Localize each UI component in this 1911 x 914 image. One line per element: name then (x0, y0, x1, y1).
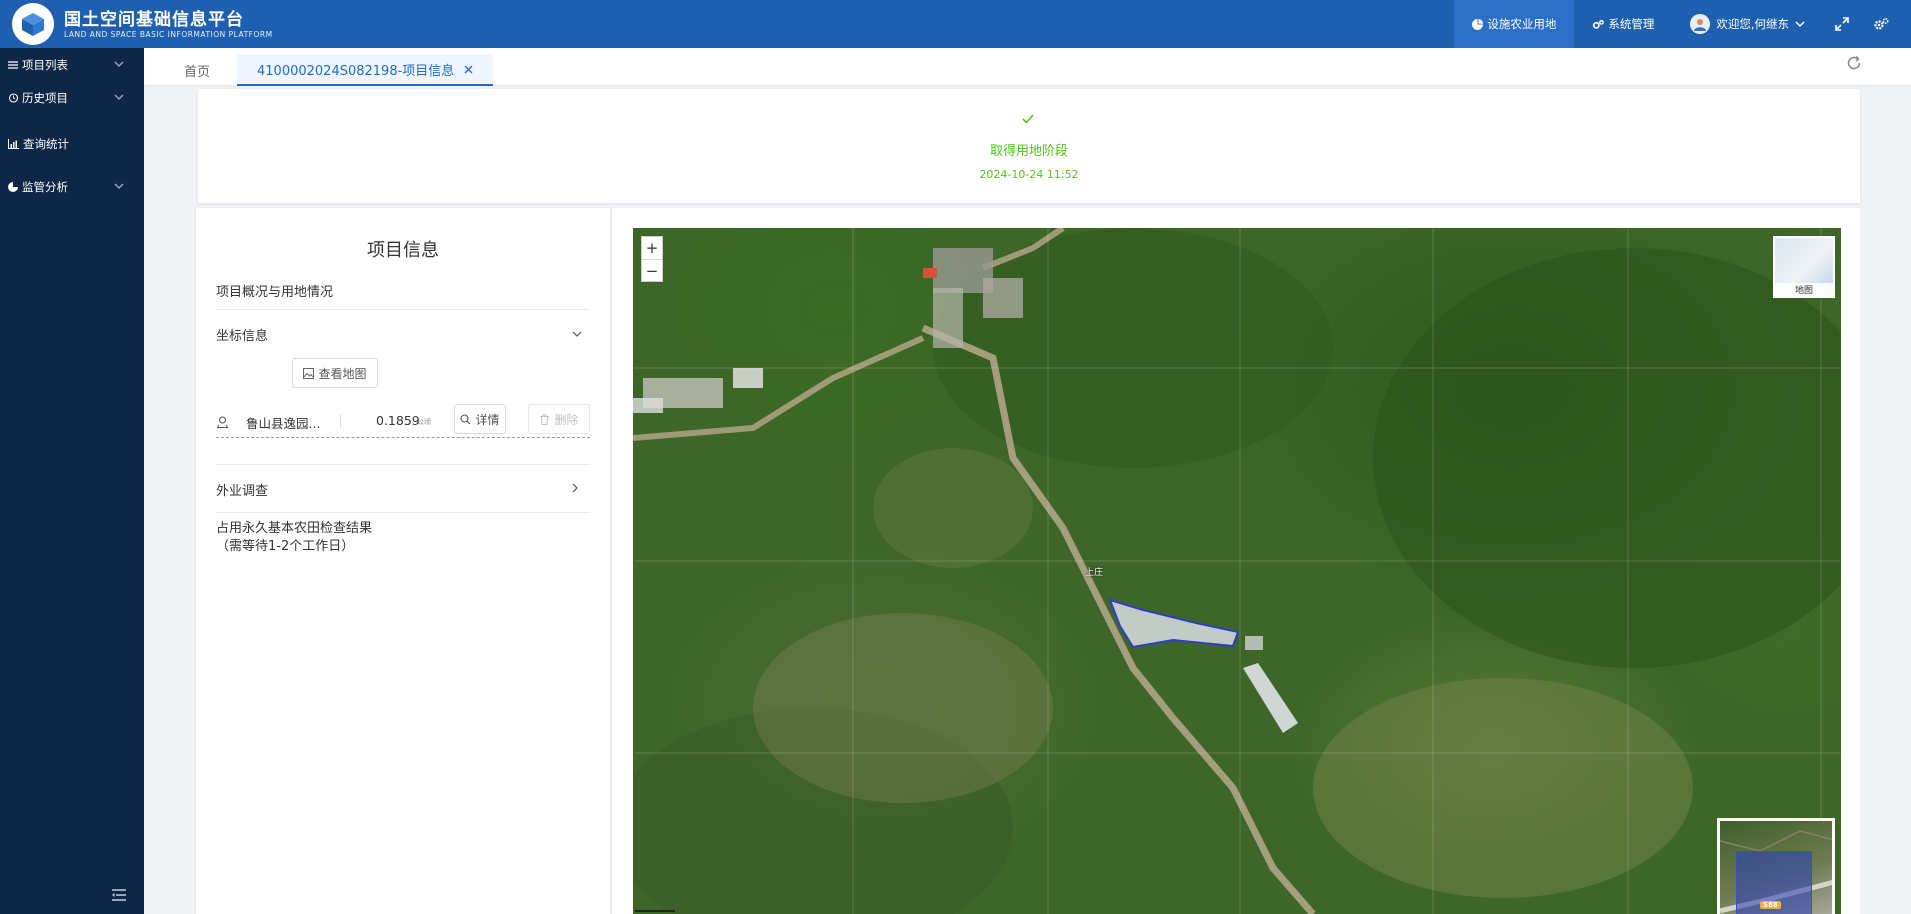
sidebar-item-supervision[interactable]: 监管分析 (0, 172, 144, 202)
zoom-out-button[interactable]: − (642, 259, 662, 281)
nav-facility-farmland[interactable]: 设施农业用地 (1454, 0, 1575, 48)
chevron-down-icon (1795, 21, 1805, 27)
tab-label: 4100002024S082198-项目信息 (257, 63, 455, 79)
sidebar-item-query-stats[interactable]: 查询统计 (0, 129, 144, 159)
list-icon (8, 61, 18, 69)
top-nav: 设施农业用地 系统管理 欢迎您,何继东 (1454, 0, 1911, 48)
tab-label: 首页 (184, 64, 211, 80)
collapse-sidebar-icon[interactable] (110, 886, 128, 904)
history-icon (8, 93, 18, 103)
panel-title: 项目信息 (367, 240, 439, 261)
view-map-button[interactable]: 查看地图 (292, 358, 378, 388)
overview-map[interactable]: S88 (1717, 818, 1835, 914)
cogs-icon (1593, 19, 1605, 29)
stage-status-card: 取得用地阶段 2024-10-24 11:52 (198, 89, 1860, 203)
chevron-right-icon (572, 483, 578, 493)
land-parcel-polygon[interactable] (1108, 598, 1240, 649)
section-label: 坐标信息 (216, 329, 269, 344)
user-menu[interactable]: 欢迎您,何继东 (1672, 0, 1823, 48)
avatar (1690, 14, 1711, 34)
top-header: 国土空间基础信息平台 LAND AND SPACE BASIC INFORMAT… (0, 0, 1911, 48)
chevron-down-icon (114, 183, 124, 189)
divider (216, 512, 590, 513)
check-icon (1022, 114, 1034, 124)
picture-icon (303, 367, 315, 379)
divider (340, 414, 341, 428)
nav-label: 系统管理 (1608, 17, 1655, 31)
sidebar: 项目列表 历史项目 查询统计 监管分析 (0, 48, 144, 914)
farmland-check-note: （需等待1-2个工作日） (216, 539, 355, 554)
area-unit: 公顷 (417, 418, 431, 426)
stage-time: 2024-10-24 11:52 (979, 168, 1079, 181)
scale-bar (635, 908, 675, 912)
refresh-icon[interactable] (1845, 54, 1863, 72)
button-label: 删除 (554, 412, 579, 427)
pie-chart-icon (1472, 18, 1484, 30)
satellite-map[interactable]: + − 上庄 地图 S88 (633, 228, 1841, 914)
section-farmland-check: 占用永久基本农田检查结果 （需等待1-2个工作日） (216, 520, 590, 556)
user-icon (1694, 19, 1707, 31)
section-overview[interactable]: 项目概况与用地情况 (216, 281, 590, 300)
chevron-down-icon (114, 61, 124, 67)
button-label: 详情 (475, 412, 500, 427)
close-icon[interactable] (464, 65, 473, 74)
zoom-in-button[interactable]: + (642, 237, 662, 259)
basemap-label: 地图 (1775, 283, 1833, 296)
button-label: 查看地图 (318, 366, 367, 381)
platform-logo[interactable]: 国土空间基础信息平台 LAND AND SPACE BASIC INFORMAT… (12, 0, 273, 48)
location-user-icon (217, 416, 228, 428)
section-label: 外业调查 (216, 484, 269, 499)
detail-button[interactable]: 详情 (454, 404, 506, 434)
nav-system-management[interactable]: 系统管理 (1574, 0, 1672, 48)
coordinate-row: 鲁山县逸园... 0.1859 公顷 详情 删除 (216, 404, 590, 438)
farmland-check-title: 占用永久基本农田检查结果 (216, 521, 373, 536)
map-place-label: 上庄 (1085, 568, 1104, 578)
chevron-down-icon (572, 331, 582, 337)
search-icon (460, 413, 471, 424)
section-field-survey[interactable]: 外业调查 (216, 480, 590, 499)
zoom-control: + − (641, 236, 663, 282)
project-info-panel: 项目信息 项目概况与用地情况 坐标信息 查看地图 鲁山县逸园... 0.1859… (196, 208, 610, 914)
trash-icon (540, 414, 550, 425)
pie-chart-icon (8, 182, 18, 192)
nav-label: 设施农业用地 (1487, 17, 1557, 31)
divider (216, 309, 590, 310)
highway-badge: S88 (1760, 901, 1781, 909)
sidebar-item-project-list[interactable]: 项目列表 (0, 50, 144, 80)
map-features (633, 228, 1841, 914)
tab-project-info[interactable]: 4100002024S082198-项目信息 (237, 54, 494, 86)
platform-title: 国土空间基础信息平台 (64, 9, 244, 30)
sidebar-item-label: 历史项目 (22, 91, 68, 105)
bar-chart-icon (8, 139, 19, 149)
sidebar-item-label: 查询统计 (23, 137, 69, 151)
map-panel: + − 上庄 地图 S88 (612, 208, 1860, 914)
coord-name: 鲁山县逸园... (246, 416, 321, 431)
section-coordinates[interactable]: 坐标信息 (216, 325, 590, 344)
expand-icon (1835, 17, 1849, 31)
divider (216, 464, 590, 465)
sidebar-item-label: 项目列表 (22, 58, 68, 72)
sidebar-item-label: 监管分析 (22, 180, 68, 194)
platform-subtitle: LAND AND SPACE BASIC INFORMATION PLATFOR… (64, 29, 273, 39)
coord-area: 0.1859 (376, 413, 420, 428)
gear-icon (1874, 17, 1889, 30)
chevron-down-icon (114, 94, 124, 100)
tab-home[interactable]: 首页 (164, 54, 230, 86)
delete-button[interactable]: 删除 (528, 404, 590, 434)
tab-bar: 首页 4100002024S082198-项目信息 (144, 48, 1911, 86)
sidebar-item-history[interactable]: 历史项目 (0, 83, 144, 113)
cube-icon (12, 3, 54, 45)
stage-title: 取得用地阶段 (989, 144, 1068, 159)
settings-button[interactable] (1861, 0, 1911, 48)
fullscreen-button[interactable] (1823, 0, 1861, 48)
basemap-toggle[interactable]: 地图 (1773, 236, 1835, 298)
user-greeting: 欢迎您,何继东 (1716, 17, 1789, 31)
